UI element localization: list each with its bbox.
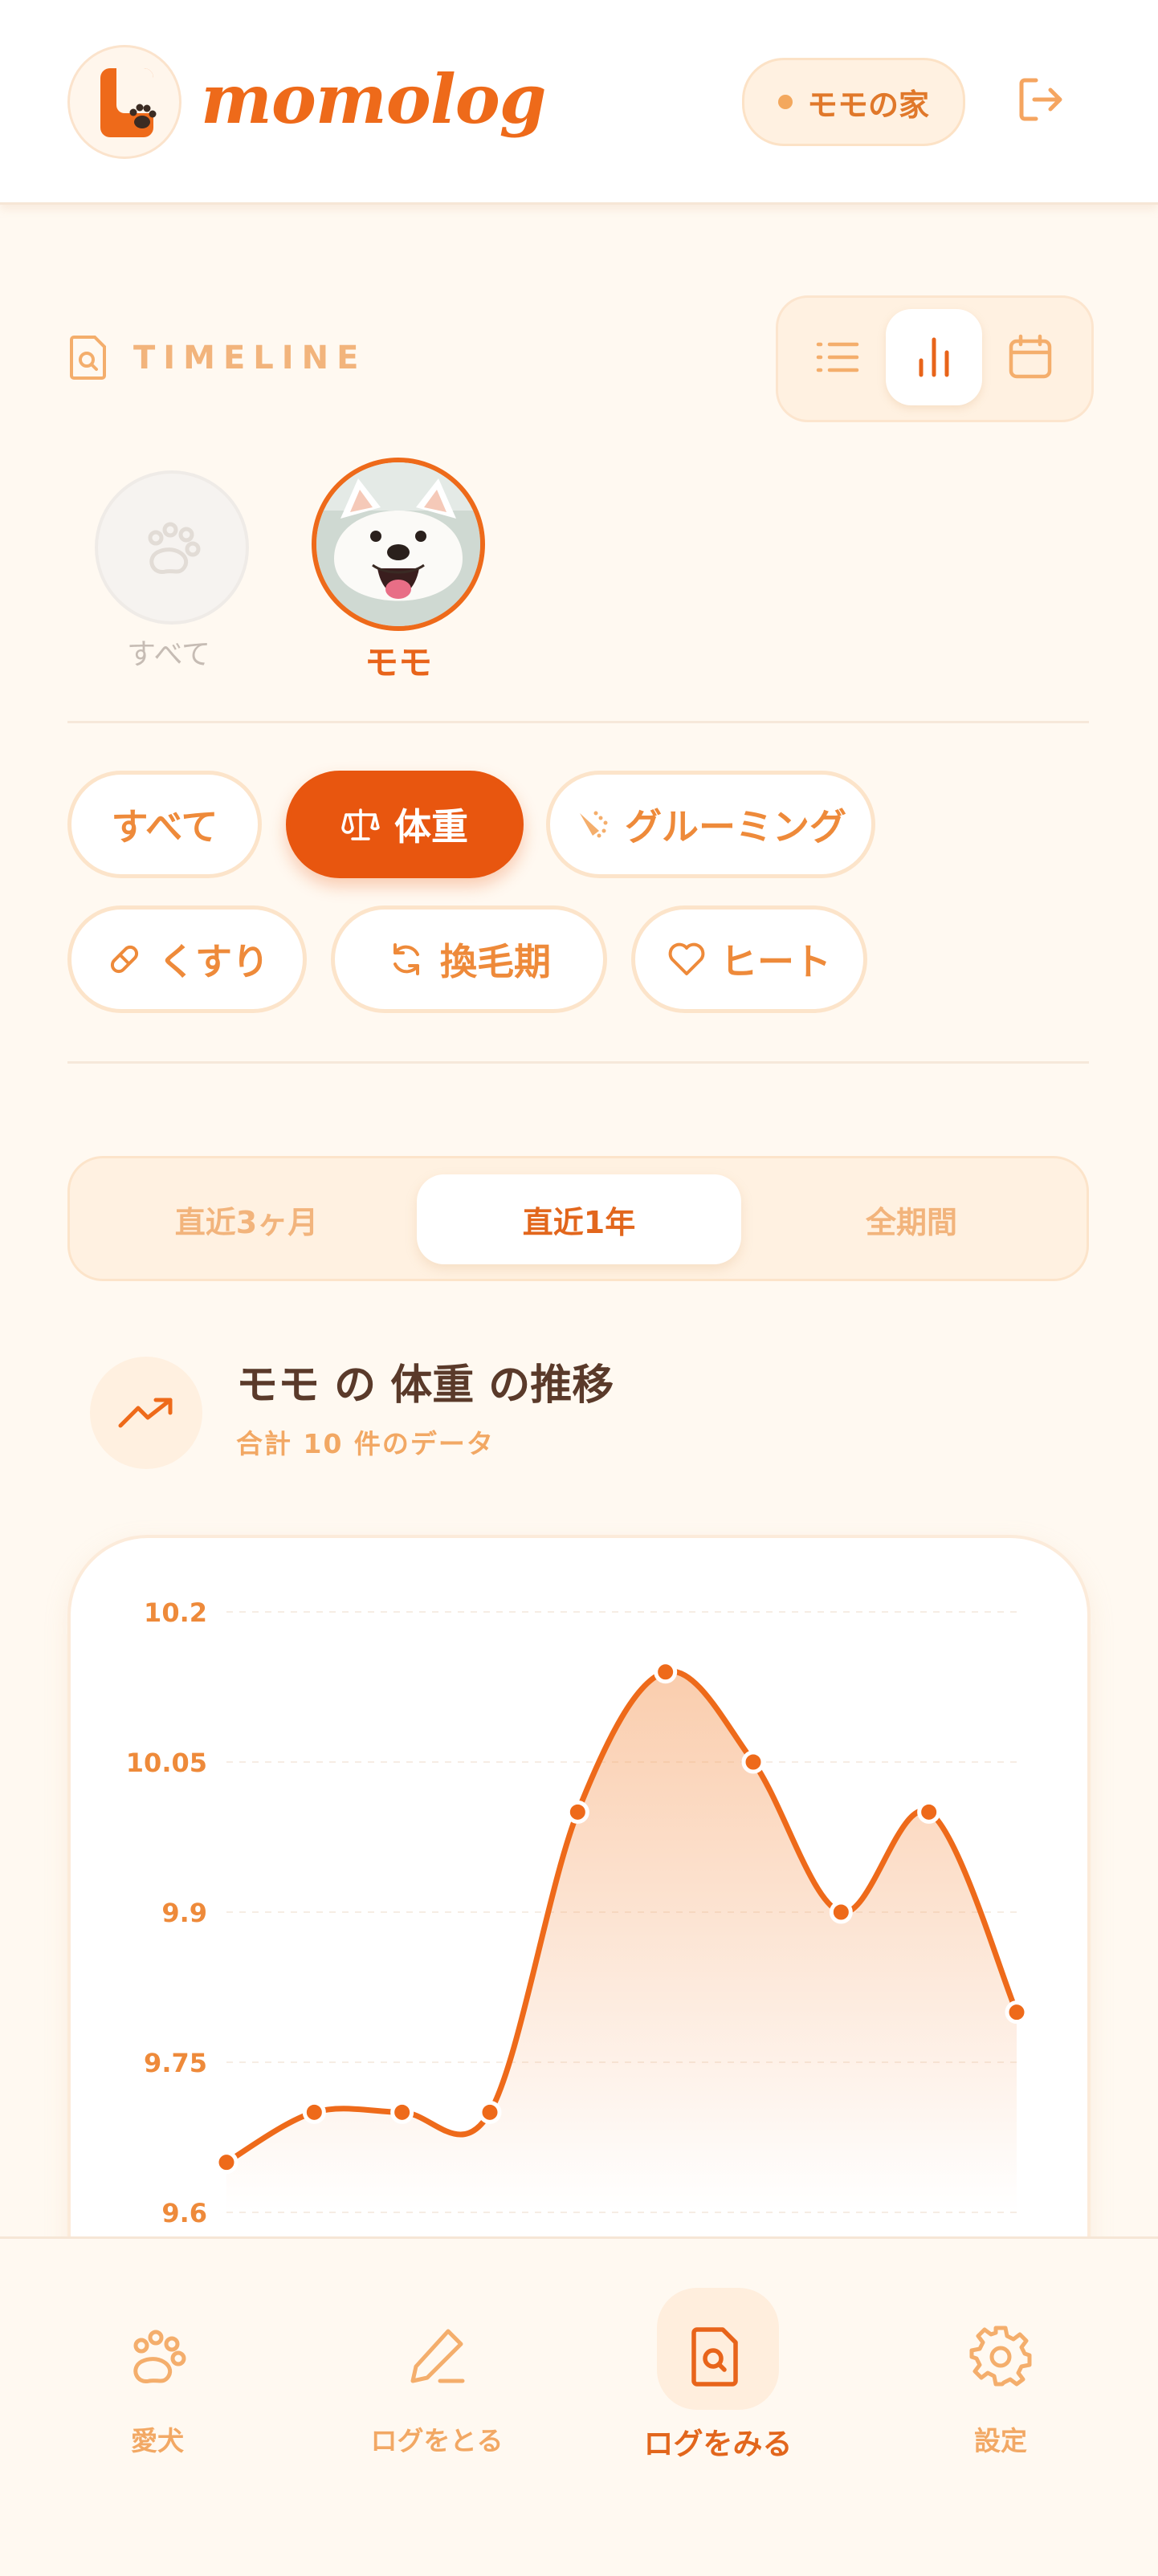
divider	[67, 721, 1089, 723]
chart-card: 10.2 10.05 9.9 9.75 9.6	[67, 1535, 1091, 2338]
pencil-icon	[410, 2329, 465, 2383]
category-label: 体重	[394, 805, 468, 848]
pet-avatar-momo[interactable]	[312, 458, 485, 631]
category-chip-weight[interactable]: 体重	[286, 771, 524, 878]
nav-label: 設定	[974, 2425, 1027, 2456]
category-chip-medicine[interactable]: くすり	[67, 905, 307, 1013]
chart-view-button[interactable]	[886, 309, 982, 405]
data-point[interactable]	[214, 2151, 239, 2175]
timeline-title: TIMELINE	[133, 340, 367, 376]
period-option-all[interactable]: 全期間	[749, 1174, 1074, 1264]
data-point[interactable]	[917, 1800, 941, 1824]
bar-chart-icon	[919, 337, 949, 377]
nav-label: ログをみる	[643, 2427, 793, 2461]
weight-area	[226, 1671, 1017, 2212]
y-tick-label: 9.9	[161, 1898, 207, 1928]
gear-icon	[969, 2326, 1032, 2387]
trend-badge	[90, 1357, 202, 1469]
app-header: momolog モモの家	[0, 0, 1158, 205]
category-label: くすり	[158, 940, 269, 983]
nav-item-log-view[interactable]: ログをみる	[597, 2236, 838, 2477]
data-point[interactable]	[302, 2100, 326, 2124]
data-point[interactable]	[741, 1750, 765, 1774]
category-label: ヒート	[720, 940, 831, 983]
pill-icon	[110, 945, 139, 974]
paw-icon	[133, 2330, 186, 2383]
chart-title: モモ の 体重 の推移	[236, 1361, 614, 1410]
nav-item-dogs[interactable]: 愛犬	[37, 2236, 278, 2477]
category-chip-grooming[interactable]: グルーミング	[546, 771, 875, 878]
category-label: すべて	[111, 805, 218, 848]
data-point[interactable]	[478, 2100, 502, 2124]
heart-icon	[668, 942, 705, 975]
data-point[interactable]	[565, 1800, 589, 1824]
pet-all-button[interactable]	[95, 470, 249, 625]
data-point[interactable]	[1005, 2000, 1029, 2025]
paw-icon	[148, 522, 201, 574]
trending-up-icon	[118, 1398, 173, 1428]
period-option-1year[interactable]: 直近1年	[417, 1174, 741, 1264]
paw-icon	[129, 104, 157, 128]
scale-icon	[341, 808, 380, 840]
dog-photo	[316, 462, 480, 626]
y-tick-label: 10.05	[126, 1748, 207, 1778]
category-chip-shedding[interactable]: 換毛期	[331, 905, 607, 1013]
category-chip-all[interactable]: すべて	[67, 771, 262, 878]
list-icon	[816, 342, 859, 372]
weight-chart: 10.2 10.05 9.9 9.75 9.6	[126, 1597, 1029, 2228]
refresh-icon	[393, 943, 419, 975]
category-label: 換毛期	[440, 940, 551, 983]
period-option-3months[interactable]: 直近3ヶ月	[84, 1174, 409, 1264]
list-view-button[interactable]	[789, 309, 886, 405]
pet-all-label: すべて	[126, 638, 211, 671]
view-toggle	[776, 295, 1094, 422]
nav-label: 愛犬	[131, 2425, 184, 2456]
y-tick-label: 9.75	[144, 2048, 207, 2078]
nav-item-settings[interactable]: 設定	[880, 2236, 1121, 2477]
y-tick-label: 9.6	[161, 2198, 207, 2228]
y-tick-label: 10.2	[144, 1597, 207, 1628]
document-search-icon	[691, 2327, 738, 2387]
app-logo[interactable]	[67, 45, 181, 159]
chart-subtitle: 合計 10 件のデータ	[236, 1428, 495, 1459]
calendar-icon	[1009, 334, 1052, 379]
document-search-icon	[70, 336, 106, 380]
pet-momo-label: モモ	[364, 643, 432, 682]
data-point[interactable]	[390, 2100, 414, 2124]
period-selector: 直近3ヶ月 直近1年 全期間	[67, 1156, 1089, 1281]
category-chip-heat[interactable]: ヒート	[631, 905, 867, 1013]
divider	[67, 1061, 1089, 1064]
nav-label: ログをとる	[370, 2425, 504, 2456]
home-selector-button[interactable]: モモの家	[742, 58, 965, 146]
brand-name: momolog	[201, 59, 546, 139]
logout-icon[interactable]	[1015, 74, 1066, 125]
status-dot	[777, 95, 793, 109]
data-point[interactable]	[654, 1660, 678, 1684]
shower-icon	[580, 811, 608, 838]
calendar-view-button[interactable]	[982, 309, 1078, 405]
category-label: グルーミング	[625, 805, 846, 848]
nav-item-log-create[interactable]: ログをとる	[316, 2236, 557, 2477]
home-label: モモの家	[806, 87, 929, 123]
data-point[interactable]	[829, 1900, 853, 1924]
